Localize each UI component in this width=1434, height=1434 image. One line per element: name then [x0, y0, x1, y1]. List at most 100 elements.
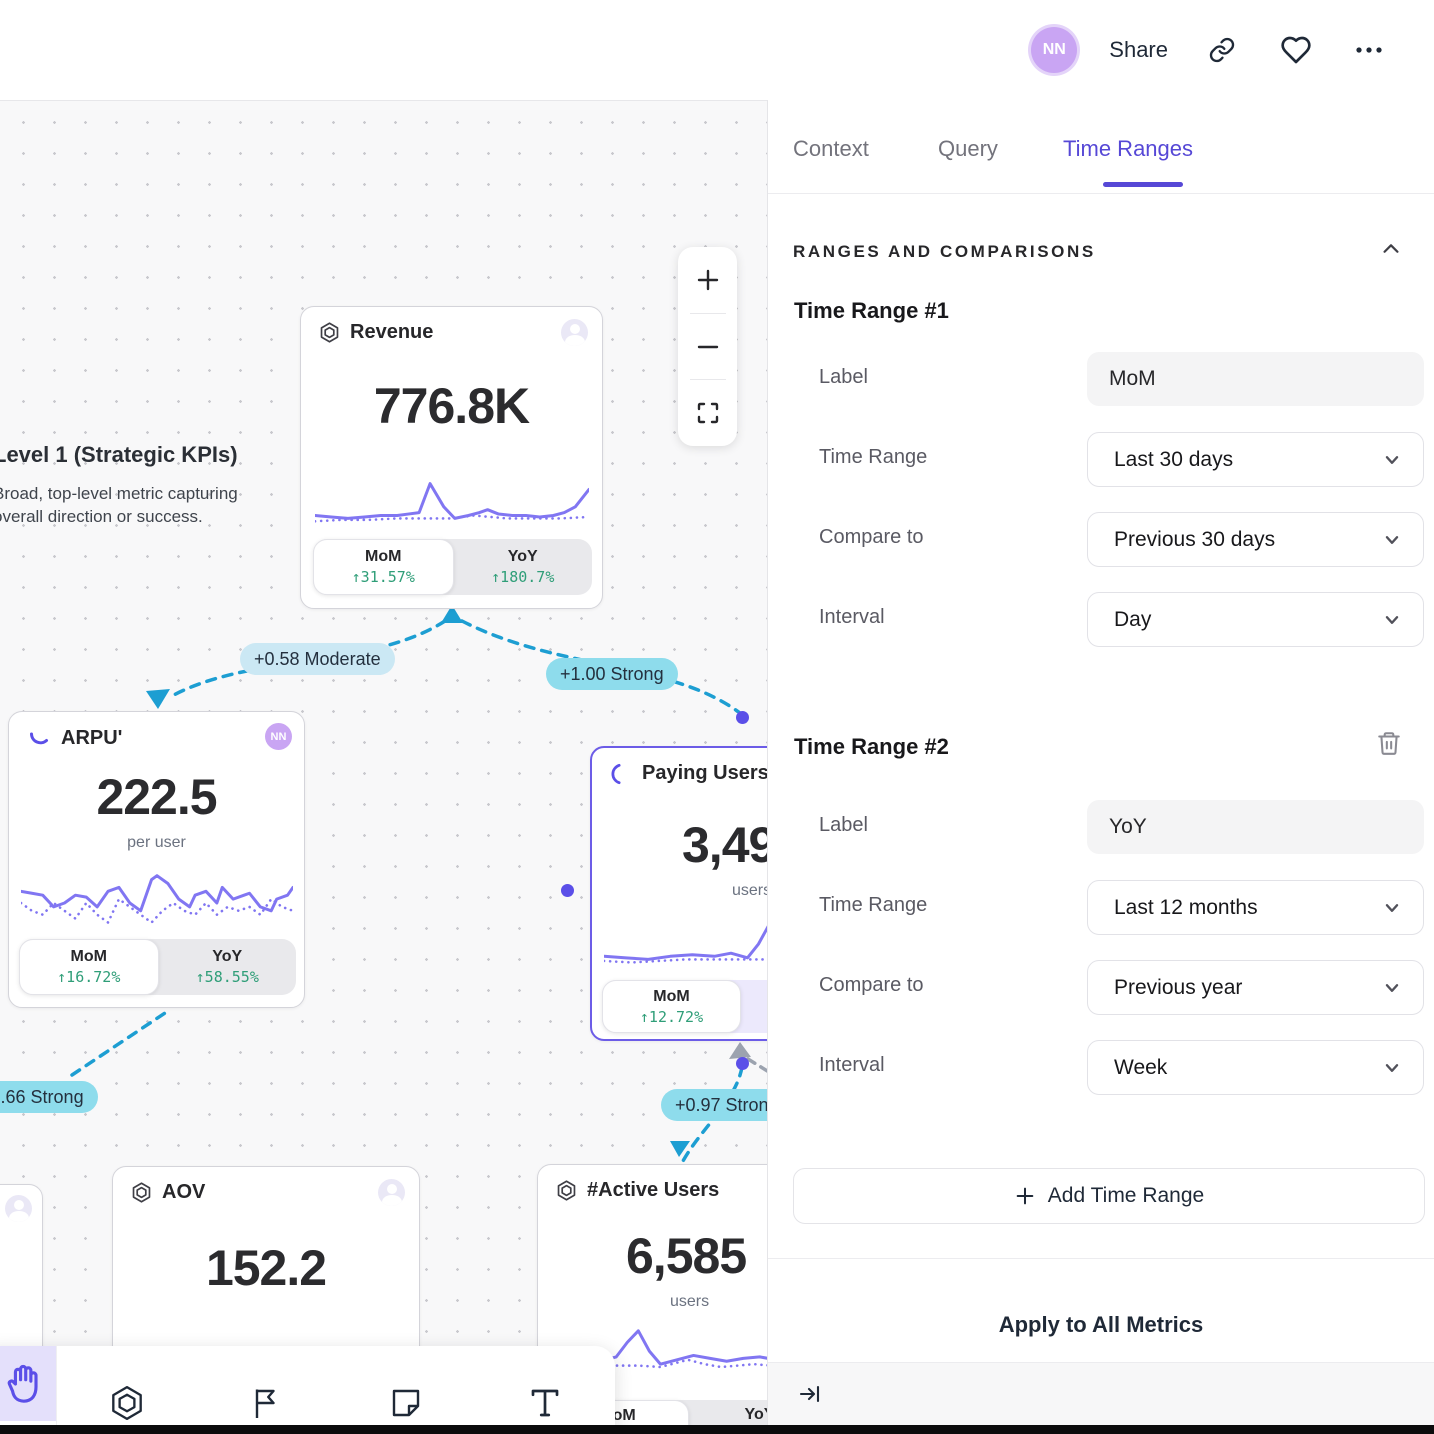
apply-to-all-metrics-button[interactable]: Apply to All Metrics — [768, 1312, 1434, 1338]
chevron-down-icon — [1383, 1059, 1401, 1077]
interval-select[interactable]: Day — [1087, 592, 1424, 647]
range-toggle: MoM ↑12.72% — [602, 980, 767, 1033]
favorite-button[interactable] — [1280, 34, 1312, 66]
card-title: Revenue — [350, 321, 433, 344]
metric-card-revenue[interactable]: Revenue 776.8K MoM ↑31.57% YoY ↑180.7% — [300, 306, 603, 609]
owner-avatar-placeholder — [378, 1179, 405, 1206]
label-input[interactable] — [1087, 800, 1424, 854]
tab-query[interactable]: Query — [938, 136, 998, 162]
toggle-mom[interactable]: MoM ↑31.57% — [313, 539, 454, 595]
field-label: Compare to — [819, 974, 924, 997]
metric-hexagon-icon — [109, 1385, 145, 1421]
chevron-down-icon — [1383, 531, 1401, 549]
panel-footer — [768, 1362, 1434, 1425]
toggle-delta: ↑180.7% — [491, 568, 554, 586]
tab-time-ranges[interactable]: Time Ranges — [1063, 136, 1193, 162]
more-options-button[interactable] — [1354, 35, 1384, 65]
metric-value: 152.2 — [113, 1239, 419, 1297]
divider — [768, 1258, 1434, 1259]
chevron-down-icon — [1383, 451, 1401, 469]
add-strategy-button[interactable]: Strategy — [197, 1346, 337, 1434]
tab-context[interactable]: Context — [793, 136, 869, 162]
ellipsis-icon — [1354, 35, 1384, 65]
canvas-toolbar: Metric Strategy Note Text — [0, 1346, 615, 1434]
metric-arc-icon — [27, 726, 51, 750]
share-button[interactable]: Share — [1109, 37, 1168, 63]
metric-value: 3,49 — [682, 816, 767, 874]
collapse-section-button[interactable] — [1380, 238, 1402, 260]
edge-label-correlation[interactable]: +0.66 Strong — [0, 1081, 98, 1113]
metric-card-arpu[interactable]: ARPU' NN 222.5 per user MoM ↑16.72% YoY … — [8, 711, 305, 1008]
chevron-down-icon — [1383, 899, 1401, 917]
toggle-yoy[interactable]: YoY ↑58.55% — [159, 939, 297, 995]
app-window: Level 1 (Strategic KPIs) Broad, top-leve… — [0, 0, 1434, 1434]
toggle-label: YoY — [508, 548, 538, 566]
metric-card-paying-users[interactable]: Paying Users' 3,49 users MoM ↑12.72% — [590, 746, 767, 1041]
plus-icon — [1014, 1185, 1036, 1207]
canvas-note-body: Broad, top-level metric capturing overal… — [0, 482, 238, 528]
metric-value: 776.8K — [301, 377, 602, 435]
copy-link-button[interactable] — [1208, 36, 1236, 64]
selection-handle-left[interactable] — [561, 884, 574, 897]
card-title: AOV — [162, 1181, 205, 1204]
metric-value: 222.5 — [9, 768, 304, 826]
compare-to-select[interactable]: Previous year — [1087, 960, 1424, 1015]
toggle-mom[interactable]: MoM ↑16.72% — [19, 939, 159, 995]
toggle-yoy[interactable]: YoY ↑180.7% — [454, 539, 593, 595]
chevron-up-icon — [1380, 238, 1402, 260]
toggle-delta: ↑31.57% — [352, 568, 415, 586]
metric-unit: per user — [9, 834, 304, 852]
compare-to-select[interactable]: Previous 30 days — [1087, 512, 1424, 567]
zoom-in-button[interactable] — [678, 247, 737, 313]
add-metric-button[interactable]: Metric — [57, 1346, 197, 1434]
interval-select[interactable]: Week — [1087, 1040, 1424, 1095]
edge-label-correlation[interactable]: +0.97 Strong — [661, 1089, 767, 1121]
owner-avatar-nn: NN — [265, 723, 292, 750]
add-time-range-button[interactable]: Add Time Range — [793, 1168, 1425, 1224]
zoom-out-button[interactable] — [678, 314, 737, 380]
right-side-panel: Context Query Time Ranges RANGES AND COM… — [767, 100, 1434, 1434]
metric-tree-canvas[interactable]: Level 1 (Strategic KPIs) Broad, top-leve… — [0, 100, 767, 1434]
heart-icon — [1280, 34, 1312, 66]
section-header: RANGES AND COMPARISONS — [793, 242, 1096, 262]
label-input[interactable] — [1087, 352, 1424, 406]
time-range-select[interactable]: Last 12 months — [1087, 880, 1424, 935]
active-tab-underline — [1103, 182, 1183, 187]
user-avatar[interactable]: NN — [1031, 27, 1077, 73]
metric-arc-icon — [610, 763, 632, 785]
selection-handle-bottom[interactable] — [736, 1057, 749, 1070]
field-label: Interval — [819, 606, 885, 629]
delete-time-range-button[interactable] — [1376, 730, 1402, 756]
edge-label-correlation[interactable]: +1.00 Strong — [546, 658, 678, 690]
metric-hexagon-icon — [556, 1180, 577, 1201]
card-title: Paying Users' — [642, 762, 767, 785]
time-range-select[interactable]: Last 30 days — [1087, 432, 1424, 487]
toggle-yoy[interactable] — [741, 980, 767, 1033]
field-label: Time Range — [819, 894, 927, 917]
add-time-range-label: Add Time Range — [1048, 1184, 1204, 1208]
metric-value: 6,585 — [626, 1227, 767, 1285]
field-label: Compare to — [819, 526, 924, 549]
sparkline-chart — [21, 864, 293, 942]
edge-label-correlation[interactable]: +0.58 Moderate — [240, 643, 395, 675]
add-note-button[interactable]: Note — [336, 1346, 476, 1434]
select-value: Previous year — [1114, 976, 1383, 1000]
toggle-mom[interactable]: MoM ↑12.72% — [602, 980, 741, 1033]
selection-handle-top[interactable] — [736, 711, 749, 724]
toggle-label: MoM — [365, 548, 401, 566]
metric-unit: users — [732, 882, 767, 900]
toggle-delta: ↑58.55% — [196, 968, 259, 986]
card-title: #Active Users — [587, 1179, 719, 1202]
collapse-panel-icon[interactable] — [798, 1382, 822, 1406]
add-text-button[interactable]: Text — [476, 1346, 616, 1434]
panel-tabs: Context Query Time Ranges — [768, 100, 1434, 194]
field-label: Label — [819, 366, 868, 389]
toggle-label: YoY — [212, 948, 242, 966]
fullscreen-icon — [695, 400, 721, 426]
field-label: Time Range — [819, 446, 927, 469]
fit-view-button[interactable] — [678, 380, 737, 446]
bottom-black-strip — [0, 1425, 1434, 1434]
canvas-note-title: Level 1 (Strategic KPIs) — [0, 442, 238, 468]
hand-tool-button[interactable] — [0, 1346, 56, 1421]
toggle-label: YoY — [745, 1406, 767, 1424]
